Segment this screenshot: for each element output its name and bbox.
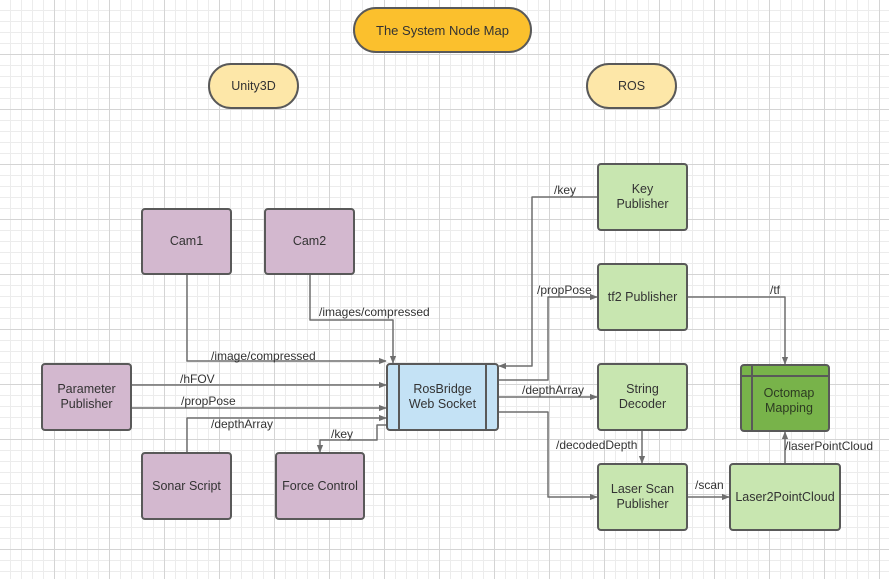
node-cam1[interactable]: Cam1 (141, 208, 232, 275)
node-cam1-label: Cam1 (169, 234, 204, 248)
edge-cam2-images[interactable] (309, 275, 397, 364)
edge-label-hfov: /hFOV (180, 372, 215, 386)
edge-to-laserscan[interactable] (498, 411, 598, 501)
node-key-publisher-label: Key Publisher (616, 182, 669, 211)
edge-label-key-right: /key (554, 183, 577, 197)
node-octomap-mapping[interactable]: Octomap Mapping (740, 364, 830, 432)
edge-label-cam1-image: /image/compressed (211, 349, 316, 363)
bridge-left-bar (398, 365, 400, 429)
edge-label-deptharray-left: /depthArray (211, 417, 274, 431)
node-laser2pointcloud-label: Laser2PointCloud (735, 489, 835, 504)
title-pill: The System Node Map (353, 7, 532, 53)
node-sonar-script[interactable]: Sonar Script (141, 452, 232, 520)
node-force-control[interactable]: Force Control (275, 452, 365, 520)
node-force-control-label: Force Control (282, 478, 358, 493)
node-rosbridge-label: RosBridge Web Socket (408, 382, 477, 411)
node-laser-scan-publisher[interactable]: Laser Scan Publisher (597, 463, 688, 531)
edge-label-cam2-images: /images/compressed (319, 305, 430, 319)
octomap-horizontal-bar (742, 375, 828, 377)
node-parameter-publisher-label: Parameter Publisher (57, 382, 116, 411)
node-string-decoder[interactable]: String Decoder (597, 363, 688, 431)
section-unity-label: Unity3D (231, 78, 276, 93)
node-cam2-label: Cam2 (292, 234, 327, 248)
section-ros-label: ROS (617, 78, 646, 93)
page-title: The System Node Map (376, 22, 509, 38)
edge-label-laser-point-cloud: /laserPointCloud (785, 439, 874, 453)
node-parameter-publisher[interactable]: Parameter Publisher (41, 363, 132, 431)
edge-label-scan: /scan (695, 478, 724, 492)
node-cam2[interactable]: Cam2 (264, 208, 355, 275)
node-rosbridge[interactable]: RosBridge Web Socket (386, 363, 499, 431)
node-laser2pointcloud[interactable]: Laser2PointCloud (729, 463, 841, 531)
node-string-decoder-label: String Decoder (618, 382, 667, 411)
node-sonar-script-label: Sonar Script (152, 478, 221, 493)
edge-label-decoded-depth: /decodedDepth (556, 438, 638, 452)
edge-label-key-left: /key (331, 427, 354, 441)
section-ros: ROS (586, 63, 677, 109)
edge-label-deptharray-right: /depthArray (522, 383, 585, 397)
node-octomap-mapping-label: Octomap Mapping (763, 386, 815, 415)
node-tf2-publisher-label: tf2 Publisher (607, 289, 678, 304)
edge-label-proppose-right: /propPose (537, 283, 592, 297)
node-laser-scan-publisher-label: Laser Scan Publisher (610, 482, 675, 511)
edge-label-tf: /tf (770, 283, 781, 297)
section-unity: Unity3D (208, 63, 299, 109)
edge-label-proppose-left: /propPose (181, 394, 236, 408)
edge-tf[interactable] (687, 296, 789, 365)
node-key-publisher[interactable]: Key Publisher (597, 163, 688, 231)
node-tf2-publisher[interactable]: tf2 Publisher (597, 263, 688, 331)
bridge-right-bar (485, 365, 487, 429)
edge-proppose-right[interactable] (498, 293, 598, 381)
